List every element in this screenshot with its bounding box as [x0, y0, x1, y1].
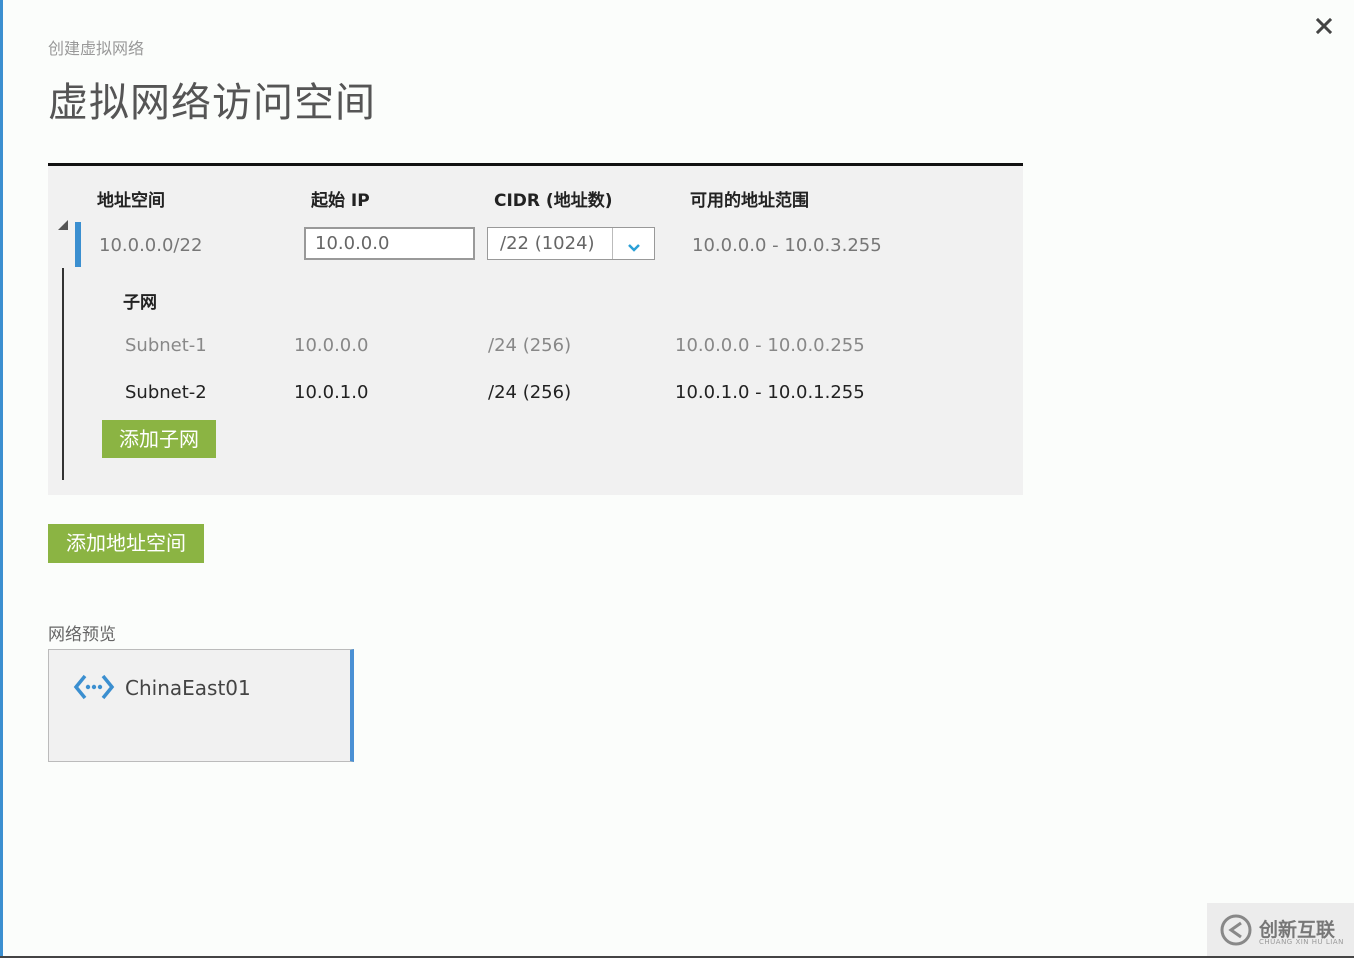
subnet-cidr: /24 (256)	[488, 382, 572, 403]
subnet-range: 10.0.0.0 - 10.0.0.255	[675, 335, 865, 356]
chevron-down-icon[interactable]	[627, 238, 641, 257]
watermark-subtext: CHUANG XIN HU LIAN	[1259, 938, 1344, 946]
address-space-value: 10.0.0.0/22	[99, 235, 203, 256]
subnets-label: 子网	[123, 293, 157, 313]
collapse-toggle-icon[interactable]	[58, 220, 68, 230]
selected-row-marker	[75, 222, 81, 267]
network-preview-label: 网络预览	[48, 625, 116, 645]
watermark-logo-icon	[1219, 913, 1253, 951]
network-name: ChinaEast01	[125, 676, 251, 700]
subnet-name: Subnet-1	[125, 335, 207, 356]
header-address-space: 地址空间	[97, 191, 165, 211]
dialog-subtitle: 创建虚拟网络	[48, 39, 145, 58]
cidr-selected-value: /22 (1024)	[500, 233, 595, 254]
subnet-name: Subnet-2	[125, 382, 207, 403]
header-cidr: CIDR (地址数)	[494, 191, 613, 211]
subnet-start-ip: 10.0.1.0	[294, 382, 369, 403]
close-icon[interactable]	[1312, 14, 1336, 38]
header-range: 可用的地址范围	[690, 191, 809, 211]
virtual-network-icon	[73, 672, 115, 706]
subnet-cidr: /24 (256)	[488, 335, 572, 356]
select-divider	[612, 228, 613, 259]
tree-connector-line	[62, 268, 64, 480]
add-subnet-button[interactable]: 添加子网	[102, 420, 216, 458]
cidr-select[interactable]: /22 (1024)	[487, 227, 655, 260]
address-range-value: 10.0.0.0 - 10.0.3.255	[692, 235, 882, 256]
watermark: 创新互联 CHUANG XIN HU LIAN	[1207, 903, 1354, 956]
add-address-space-button[interactable]: 添加地址空间	[48, 524, 204, 563]
network-preview-card[interactable]: ChinaEast01	[48, 649, 354, 762]
subnet-start-ip: 10.0.0.0	[294, 335, 369, 356]
start-ip-input[interactable]	[304, 227, 475, 260]
dialog-left-border	[0, 0, 3, 958]
page-title: 虚拟网络访问空间	[48, 80, 376, 126]
header-start-ip: 起始 IP	[311, 191, 370, 211]
subnet-range: 10.0.1.0 - 10.0.1.255	[675, 382, 865, 403]
